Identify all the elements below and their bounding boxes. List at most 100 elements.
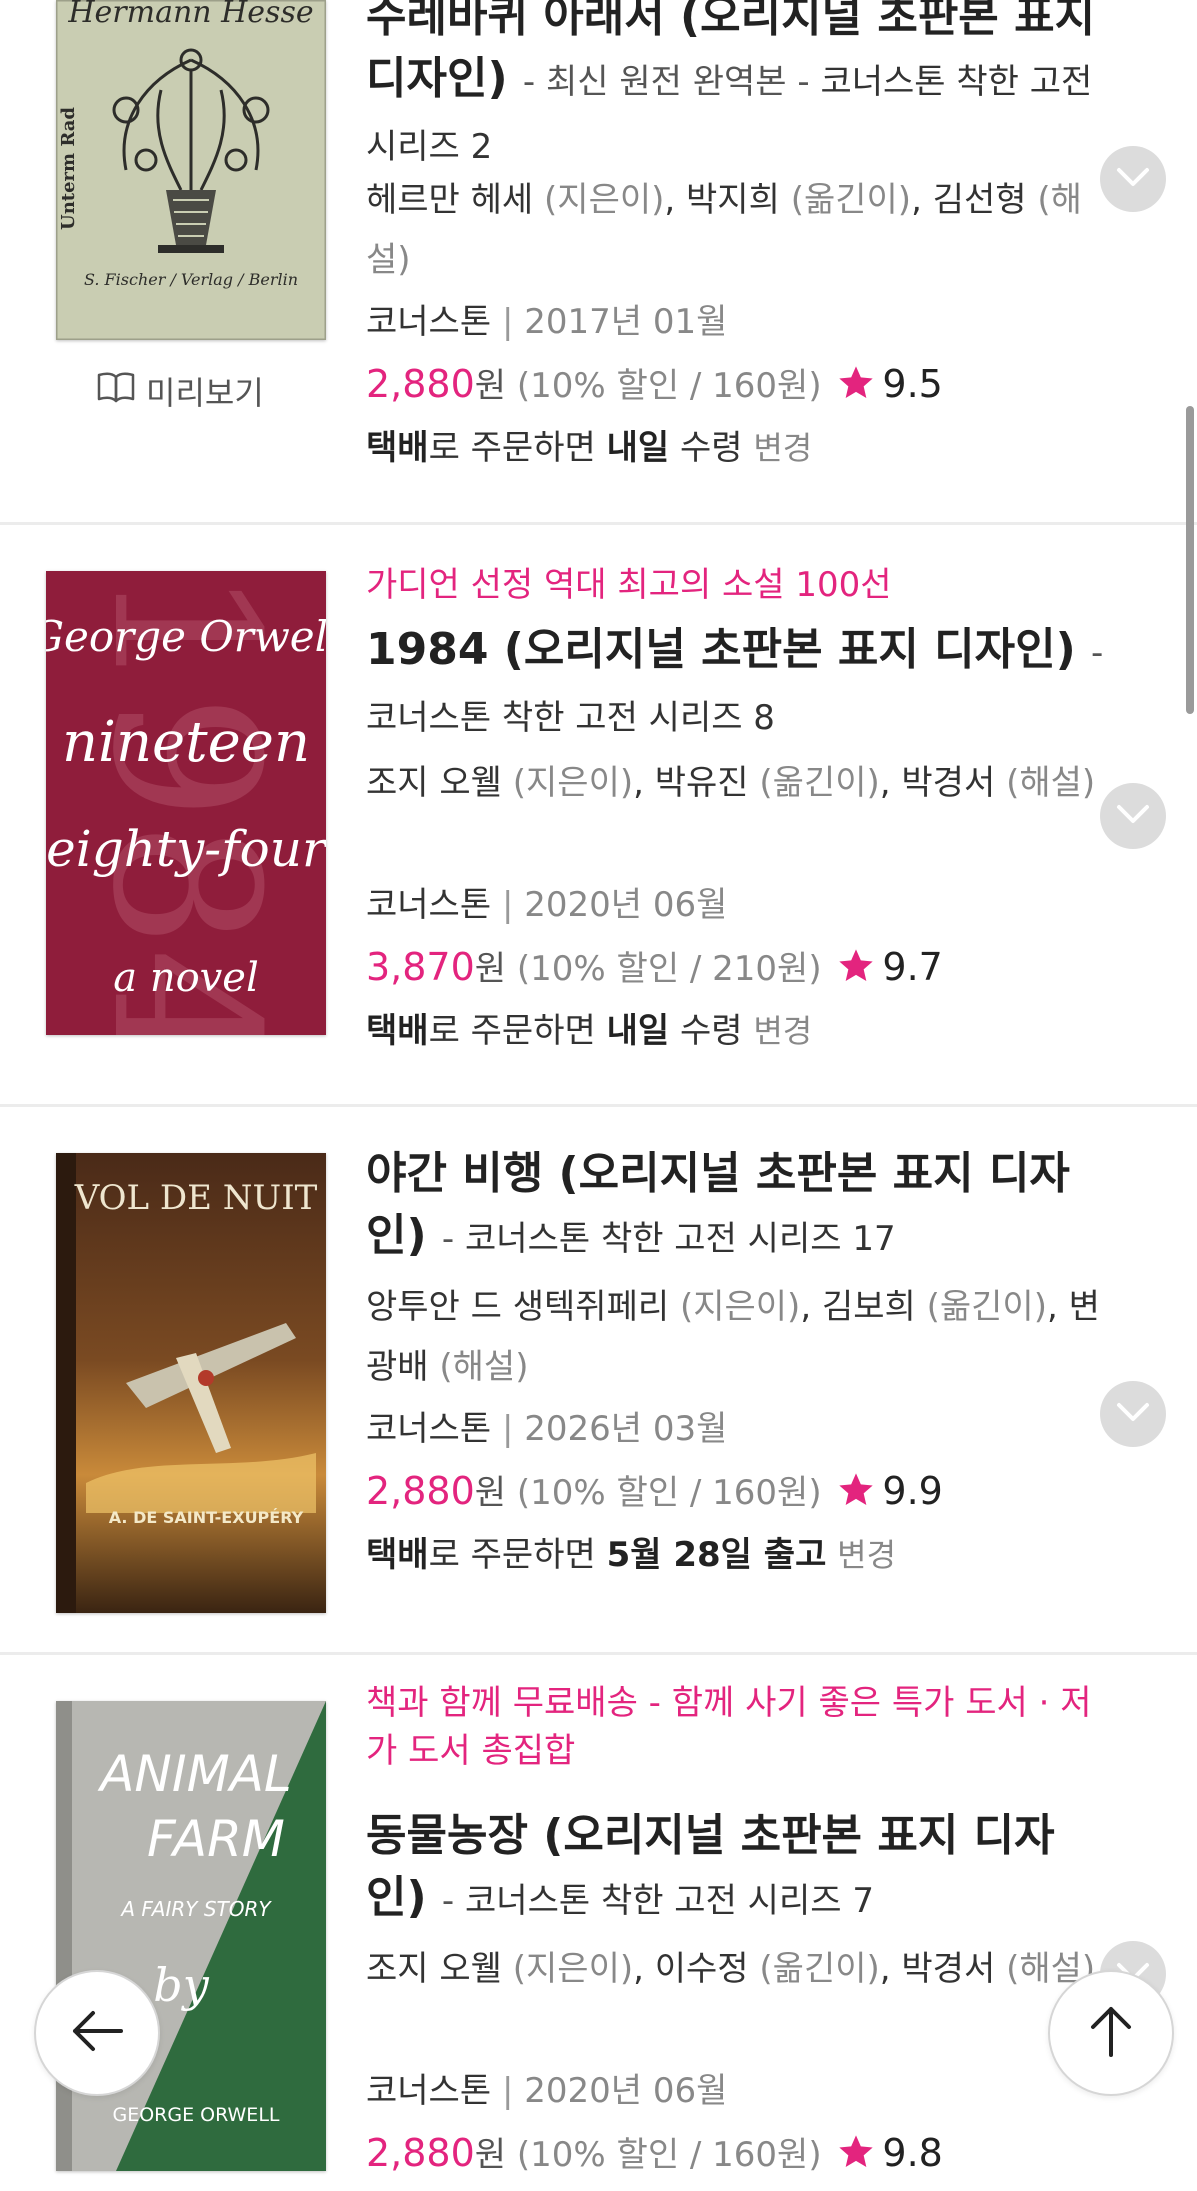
promo-badge[interactable]: 책과 함께 무료배송 - 함께 사기 좋은 특가 도서 · 저가 도서 총집합 <box>366 1679 1106 1775</box>
ship-method: 택배 <box>366 1535 429 1575</box>
scrollbar-thumb[interactable] <box>1186 406 1194 714</box>
book-cover-2[interactable]: 1984 George Orwell nineteen eighty-four … <box>46 571 326 1035</box>
author-name[interactable]: 김선형 <box>933 180 1027 220</box>
book-item-1: Hermann Hesse S. Fischer / Verlag / Berl… <box>0 0 1197 524</box>
chevron-down-icon <box>1116 804 1150 828</box>
pub-date: 2017년 01월 <box>524 302 728 342</box>
author-role: (지은이) <box>544 180 665 220</box>
book-pubinfo-1: 코너스톤 | 2017년 01월 <box>366 292 1101 352</box>
cover-2-subtitle: a novel <box>113 955 258 1001</box>
book-pubinfo-4: 코너스톤 | 2020년 06월 <box>366 2061 1101 2121</box>
book-cover-4[interactable]: ANIMAL FARM A FAIRY STORY by GEORGE ORWE… <box>56 1701 326 2171</box>
promo-badge[interactable]: 가디언 선정 역대 최고의 소설 100선 <box>366 561 1106 609</box>
book-cover-3[interactable]: VOL DE NUIT A. DE SAINT-EXUPÉRY <box>56 1153 326 1613</box>
cover-4-subtitle: A FAIRY STORY <box>119 1897 272 1921</box>
scroll-top-button[interactable] <box>1048 1970 1174 2096</box>
author-role: (지은이) <box>512 1949 634 1989</box>
pub-date: 2026년 03월 <box>524 1409 728 1449</box>
author-role: (지은이) <box>512 763 634 803</box>
publisher[interactable]: 코너스톤 <box>366 2071 491 2111</box>
ship-method: 택배 <box>366 1011 429 1051</box>
author-name[interactable]: 김보희 <box>822 1287 916 1327</box>
book-title-block-2[interactable]: 1984 (오리지널 초판본 표지 디자인) - 코너스톤 착한 고전 시리즈 … <box>366 619 1106 749</box>
author-name[interactable]: 박경서 <box>901 1949 995 1989</box>
book-series: 코너스톤 착한 고전 시리즈 8 <box>366 698 775 738</box>
publisher[interactable]: 코너스톤 <box>366 302 491 342</box>
pub-date: 2020년 06월 <box>524 2071 728 2111</box>
publisher[interactable]: 코너스톤 <box>366 885 491 925</box>
book-item-2: 1984 George Orwell nineteen eighty-four … <box>0 525 1197 1105</box>
book-title-block-3[interactable]: 야간 비행 (오리지널 초판본 표지 디자인) - 코너스톤 착한 고전 시리즈… <box>366 1143 1106 1270</box>
change-shipping-link[interactable]: 변경 <box>753 429 812 467</box>
sale-price: 2,880 <box>366 2131 475 2175</box>
comma: , <box>879 1949 891 1989</box>
book-pubinfo-3: 코너스톤 | 2026년 03월 <box>366 1399 1101 1459</box>
author-name[interactable]: 박유진 <box>655 763 749 803</box>
preview-button[interactable]: 미리보기 <box>96 368 264 414</box>
book-authors-2: 조지 오웰 (지은이), 박유진 (옮긴이), 박경서 (해설) <box>366 753 1101 813</box>
publisher[interactable]: 코너스톤 <box>366 1409 491 1449</box>
author-name[interactable]: 헤르만 헤세 <box>366 180 533 220</box>
book-subtitle: 최신 원전 완역본 <box>545 62 787 102</box>
sale-price: 2,880 <box>366 1469 475 1513</box>
back-button[interactable] <box>34 1970 160 2096</box>
book-shipping-3: 택배로 주문하면 5월 28일 출고 변경 <box>366 1525 1101 1585</box>
arrow-left-icon <box>69 2009 125 2057</box>
separator: | <box>501 1409 514 1449</box>
rating-value: 9.5 <box>882 362 943 406</box>
ship-when: 내일 <box>606 428 670 468</box>
book-item-3: VOL DE NUIT A. DE SAINT-EXUPÉRY 야간 비행 (오… <box>0 1107 1197 1652</box>
book-authors-4: 조지 오웰 (지은이), 이수정 (옮긴이), 박경서 (해설) <box>366 1939 1101 1999</box>
ship-when: 5월 28일 출고 <box>606 1535 827 1575</box>
preview-label: 미리보기 <box>146 374 264 412</box>
book-cover-1[interactable]: Hermann Hesse S. Fischer / Verlag / Berl… <box>56 0 326 340</box>
sale-price: 3,870 <box>366 945 475 989</box>
discount-info: (10% 할인 / 160원) <box>516 1473 822 1513</box>
comma: , <box>800 1287 812 1327</box>
author-name[interactable]: 앙투안 드 생텍쥐페리 <box>366 1287 669 1327</box>
star-icon <box>836 1469 876 1509</box>
book-authors-1: 헤르만 헤세 (지은이), 박지희 (옮긴이), 김선형 (해설) <box>366 170 1101 290</box>
cover-3-author: A. DE SAINT-EXUPÉRY <box>109 1508 304 1527</box>
price-unit: 원 <box>474 1473 507 1513</box>
ship-text: 로 주문하면 <box>428 1535 596 1575</box>
book-title-block-1[interactable]: 수레바퀴 아래서 (오리지널 초판본 표지 디자인) - 최신 원전 완역본 -… <box>366 0 1106 178</box>
book-price-1: 2,880원 (10% 할인 / 160원) 9.5 <box>366 354 1101 416</box>
discount-info: (10% 할인 / 160원) <box>516 2135 822 2175</box>
arrow-up-icon <box>1087 2003 1135 2063</box>
book-authors-3: 앙투안 드 생텍쥐페리 (지은이), 김보희 (옮긴이), 변광배 (해설) <box>366 1277 1101 1397</box>
ship-when: 내일 <box>606 1011 670 1051</box>
expand-button-2[interactable] <box>1100 783 1166 849</box>
change-shipping-link[interactable]: 변경 <box>753 1012 812 1050</box>
chevron-down-icon <box>1116 167 1150 191</box>
book-title: 1984 (오리지널 초판본 표지 디자인) <box>366 624 1076 675</box>
cover-4-title-line1: ANIMAL <box>97 1745 292 1803</box>
separator: | <box>501 2071 514 2111</box>
author-role: (해설) <box>1006 763 1096 803</box>
cover-1-author-text: Hermann Hesse <box>67 0 313 30</box>
rating-value: 9.8 <box>882 2131 943 2175</box>
rating-value: 9.7 <box>882 945 943 989</box>
dash: - <box>441 1881 455 1921</box>
comma: , <box>633 763 644 803</box>
cover-1-publisher-text: S. Fischer / Verlag / Berlin <box>84 270 298 289</box>
star-icon <box>836 2131 876 2171</box>
price-unit: 원 <box>474 2135 507 2175</box>
expand-button-3[interactable] <box>1100 1381 1166 1447</box>
comma: , <box>633 1949 644 1989</box>
cover-4-by: by <box>153 1958 209 2012</box>
comma: , <box>879 763 891 803</box>
expand-button-1[interactable] <box>1100 146 1166 212</box>
book-series: 코너스톤 착한 고전 시리즈 17 <box>465 1219 896 1259</box>
separator: | <box>501 885 514 925</box>
book-title-block-4[interactable]: 동물농장 (오리지널 초판본 표지 디자인) - 코너스톤 착한 고전 시리즈 … <box>366 1805 1106 1932</box>
author-name[interactable]: 박경서 <box>901 763 995 803</box>
separator: | <box>501 302 514 342</box>
author-role: (옮긴이) <box>790 180 912 220</box>
author-name[interactable]: 조지 오웰 <box>366 763 502 803</box>
author-name[interactable]: 박지희 <box>686 180 780 220</box>
author-name[interactable]: 조지 오웰 <box>366 1949 502 1989</box>
author-name[interactable]: 이수정 <box>655 1949 749 1989</box>
change-shipping-link[interactable]: 변경 <box>837 1536 896 1574</box>
price-unit: 원 <box>474 949 507 989</box>
